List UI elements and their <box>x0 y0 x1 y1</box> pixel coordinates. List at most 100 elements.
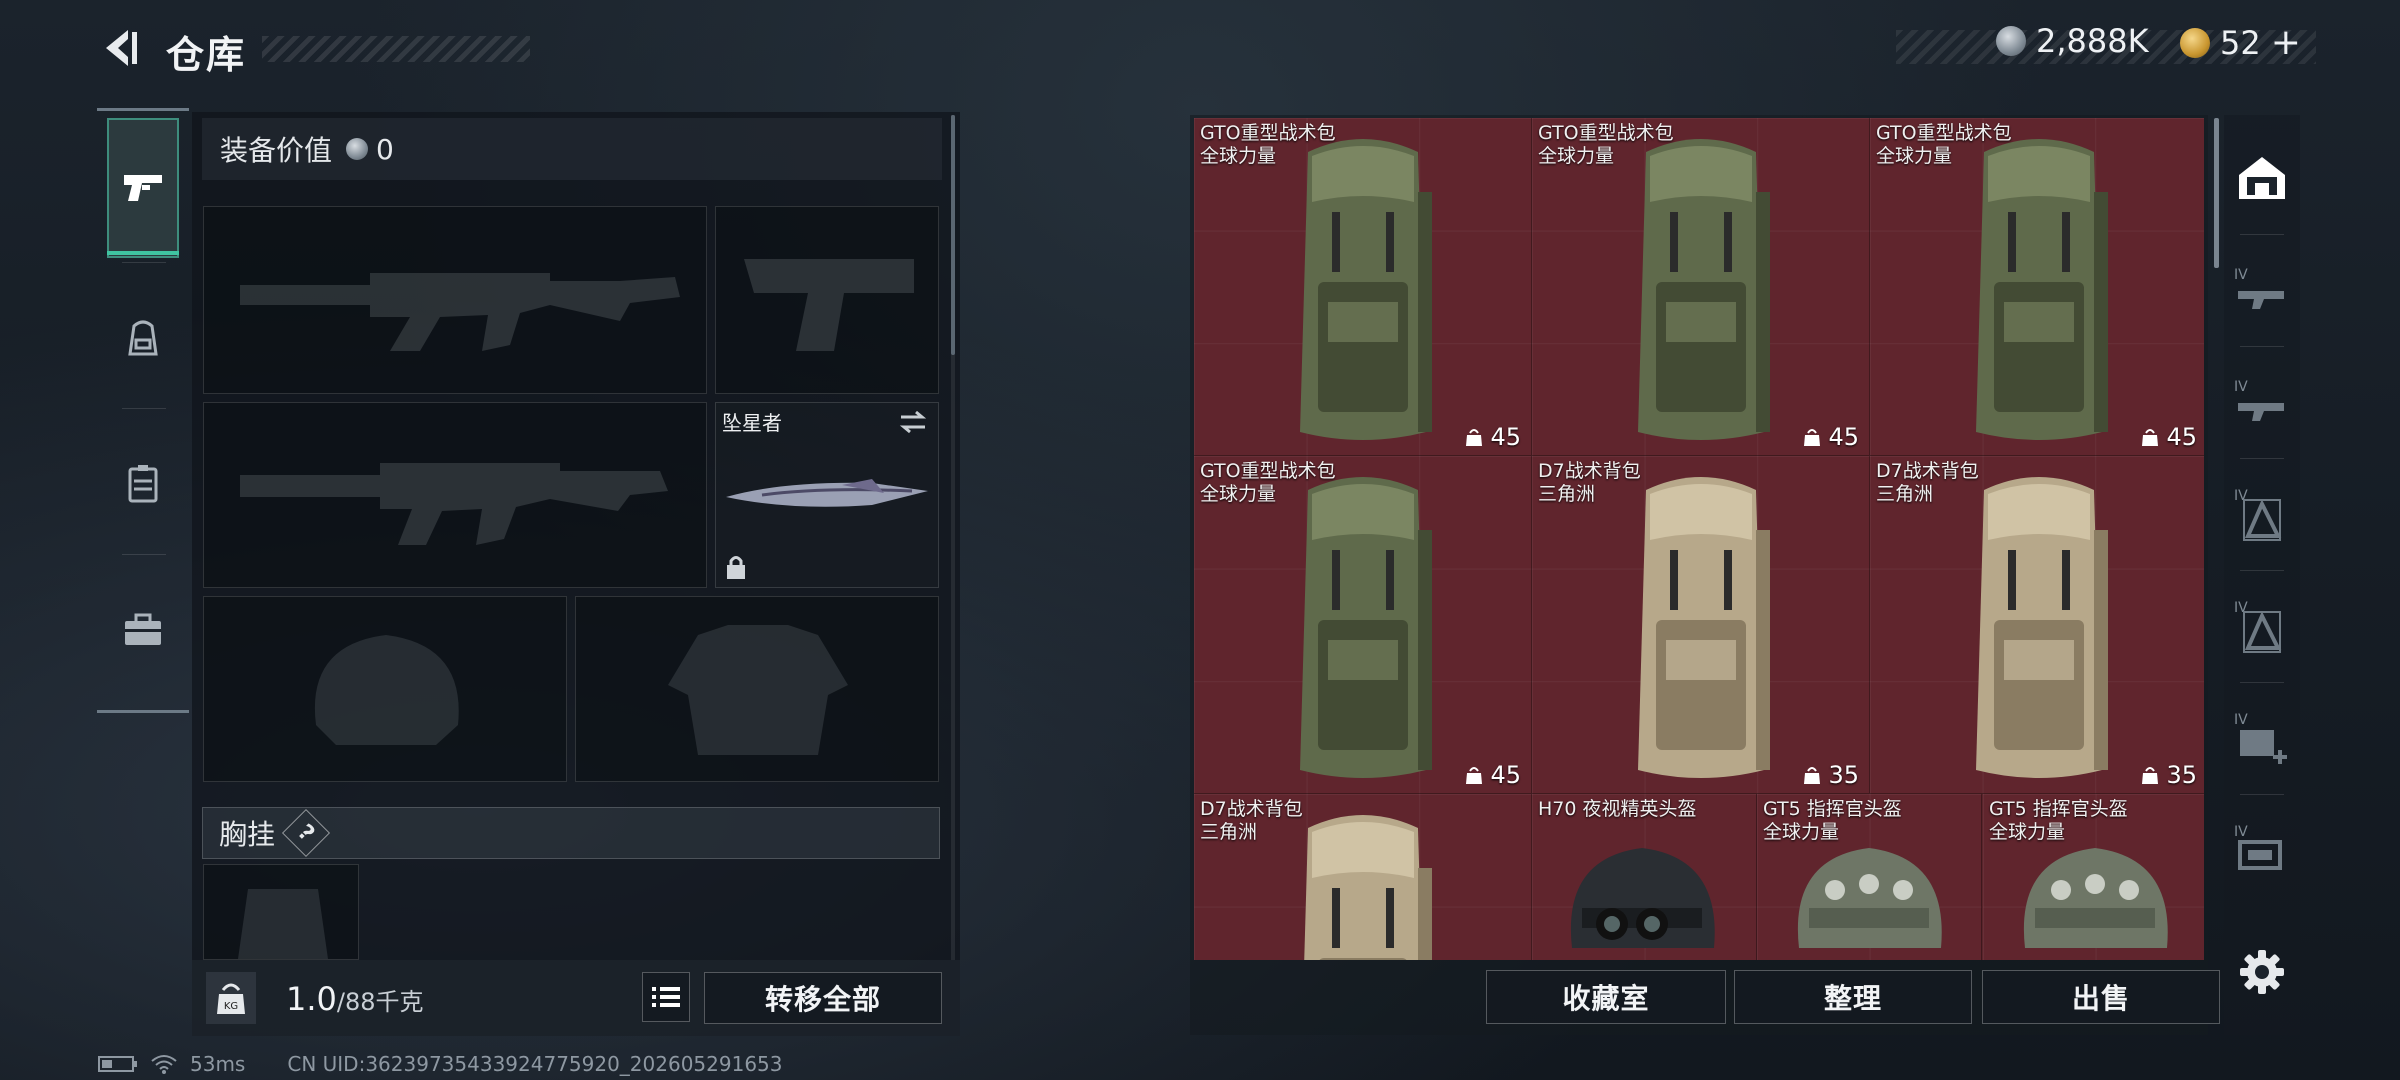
stash-item-backpack[interactable]: GTO重型战术包 全球力量 45 <box>1194 118 1532 456</box>
equipment-scrollbar-thumb[interactable] <box>951 115 955 355</box>
stash-item-backpack[interactable]: GTO重型战术包 全球力量 45 <box>1532 118 1870 456</box>
stash-item-backpack[interactable]: D7战术背包 三角洲 35 <box>1532 456 1870 794</box>
settings-button[interactable] <box>2238 948 2286 996</box>
tier4-weapon-icon: IV <box>2234 379 2284 421</box>
stash-scrollbar[interactable] <box>2214 118 2219 268</box>
primary-weapon-slot[interactable] <box>203 206 707 394</box>
weight-capacity: /88千克 <box>336 988 424 1016</box>
stash-item-helmet[interactable]: GT5 指挥官头盔 全球力量 <box>1983 794 2204 960</box>
stash-tab-all[interactable] <box>2230 128 2294 228</box>
item-weight-value: 45 <box>1828 423 1859 451</box>
swap-icon[interactable] <box>898 409 928 435</box>
item-name: GTO重型战术包 全球力量 <box>1200 460 1336 506</box>
helmet-slot[interactable] <box>203 596 567 782</box>
svg-text:IV: IV <box>2234 600 2248 616</box>
helmet-icon <box>1570 848 1715 948</box>
item-title: GTO重型战术包 <box>1200 122 1336 144</box>
weight-icon: KG <box>206 972 256 1024</box>
stash-tab-armor-a[interactable]: IV <box>2230 464 2294 564</box>
sidearm-slot[interactable] <box>715 206 939 394</box>
weight-small-icon <box>2142 767 2159 784</box>
stash-item-backpack[interactable]: D7战术背包 三角洲 <box>1194 794 1532 960</box>
tab-backpack[interactable] <box>107 268 179 408</box>
rifle-silhouette-icon <box>240 463 668 545</box>
chest-rig-slot[interactable] <box>203 864 359 960</box>
stash-tab-armor-b[interactable]: IV <box>2230 576 2294 676</box>
tab-toolbox[interactable] <box>107 560 179 700</box>
svg-text:IV: IV <box>2234 488 2248 504</box>
back-button[interactable] <box>98 26 142 70</box>
tier4-ammo-icon: IV <box>2234 824 2282 870</box>
secondary-weapon-slot[interactable] <box>203 402 707 588</box>
weight-readout: 1.0 /88千克 <box>286 980 424 1018</box>
armor-slot[interactable] <box>575 596 939 782</box>
sell-button[interactable]: 出售 <box>1982 970 2220 1024</box>
gold-currency[interactable]: 52 + <box>2180 22 2301 63</box>
item-weight: 35 <box>2140 761 2197 789</box>
silver-coin-icon <box>1996 26 2026 56</box>
helmet-icon <box>1797 848 1942 948</box>
stash-tab-weapon-b[interactable]: IV <box>2230 352 2294 452</box>
item-name: H70 夜视精英头盔 <box>1538 798 1697 821</box>
weight-icon-label: KG <box>224 1001 238 1012</box>
gold-amount: 52 <box>2220 23 2261 62</box>
item-name: GTO重型战术包 全球力量 <box>1876 122 2012 168</box>
tier4-armor-icon: IV <box>2234 488 2282 541</box>
stash-item-backpack[interactable]: GTO重型战术包 全球力量 45 <box>1870 118 2204 456</box>
svg-text:IV: IV <box>2234 267 2248 283</box>
item-title: GTO重型战术包 <box>1538 122 1674 144</box>
stash-item-backpack[interactable]: D7战术背包 三角洲 35 <box>1870 456 2204 794</box>
organize-button[interactable]: 整理 <box>1734 970 1972 1024</box>
stash-tab-weapon-a[interactable]: IV <box>2230 240 2294 340</box>
item-faction: 三角洲 <box>1538 483 1596 505</box>
melee-name: 坠星者 <box>722 411 782 435</box>
item-title: GTO重型战术包 <box>1200 460 1336 482</box>
stash-item-backpack[interactable]: GTO重型战术包 全球力量 45 <box>1194 456 1532 794</box>
stash-item-helmet[interactable]: H70 夜视精英头盔 <box>1532 794 1757 960</box>
tab-divider <box>2240 346 2284 347</box>
chest-rig-header: 胸挂 ? <box>202 807 940 859</box>
item-weight: 35 <box>1802 761 1859 789</box>
stash-item-helmet[interactable]: GT5 指挥官头盔 全球力量 <box>1757 794 1982 960</box>
tab-divider <box>122 262 166 263</box>
tab-vest[interactable] <box>107 414 179 554</box>
stash-tab-medical[interactable]: IV <box>2230 688 2294 788</box>
gear-icon <box>2240 950 2284 994</box>
svg-text:IV: IV <box>2234 824 2248 840</box>
wifi-icon <box>151 1055 177 1074</box>
tab-weapons[interactable] <box>107 118 179 258</box>
stash-tab-ammo[interactable]: IV <box>2230 800 2294 900</box>
page-title: 仓库 <box>166 33 247 77</box>
item-title: GTO重型战术包 <box>1876 122 2012 144</box>
backpack-icon <box>1304 815 1432 960</box>
backpack-icon <box>1300 139 1432 440</box>
item-title: GT5 指挥官头盔 <box>1763 798 1902 820</box>
item-weight: 45 <box>1802 423 1859 451</box>
backpack-icon <box>1638 139 1770 440</box>
item-title: GT5 指挥官头盔 <box>1989 798 2128 820</box>
weight-small-icon <box>1466 429 1483 446</box>
item-title: D7战术背包 <box>1876 460 1979 482</box>
toolbox-icon <box>125 613 161 645</box>
vest-icon <box>128 465 158 503</box>
knife-icon <box>726 479 928 507</box>
silver-amount: 2,888K <box>2036 22 2149 60</box>
silver-currency[interactable]: 2,888K <box>1996 22 2149 60</box>
weight-small-icon <box>1804 767 1821 784</box>
backpack-icon <box>1638 477 1770 778</box>
help-icon[interactable]: ? <box>281 808 331 858</box>
collection-room-button[interactable]: 收藏室 <box>1486 970 1726 1024</box>
kettlebell-icon: KG <box>217 983 245 1014</box>
add-gold-button[interactable]: + <box>2271 22 2301 63</box>
list-view-button[interactable] <box>642 972 690 1022</box>
transfer-all-button[interactable]: 转移全部 <box>704 972 942 1024</box>
item-weight-value: 45 <box>2166 423 2197 451</box>
melee-slot[interactable]: 坠星者 <box>715 402 939 588</box>
tab-divider <box>2240 794 2284 795</box>
home-icon <box>2239 157 2285 199</box>
item-name: D7战术背包 三角洲 <box>1200 798 1303 844</box>
tier4-armor-icon: IV <box>2234 600 2282 653</box>
item-title: D7战术背包 <box>1538 460 1641 482</box>
tier4-medkit-icon: IV <box>2234 712 2287 764</box>
status-bar: 53ms CN UID:3623973543392477592​0_202605… <box>98 1052 783 1076</box>
